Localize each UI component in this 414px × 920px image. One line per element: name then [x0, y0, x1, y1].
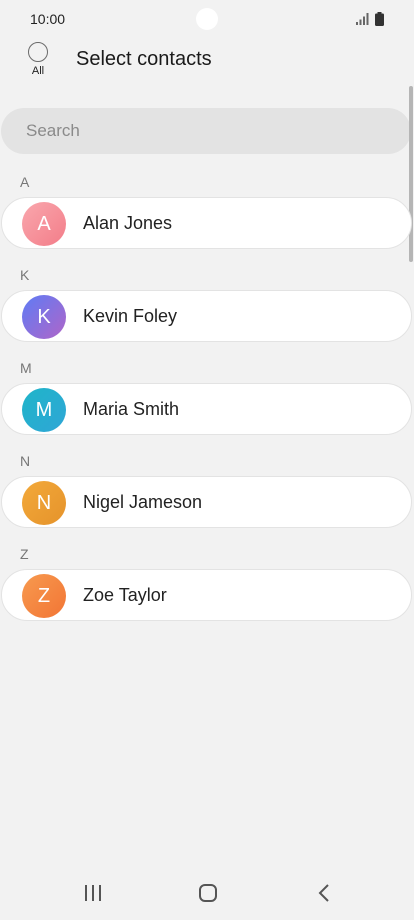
- section-header-n: N: [20, 453, 31, 469]
- app-header: All Select contacts: [0, 38, 414, 88]
- section-header-a: A: [20, 174, 30, 190]
- contact-avatar: K: [22, 295, 66, 339]
- contact-name: Alan Jones: [83, 213, 173, 233]
- status-bar: 10:00: [0, 0, 414, 38]
- contact-item[interactable]: N Nigel Jameson: [1, 476, 412, 528]
- select-all-label: All: [31, 65, 45, 77]
- search-input[interactable]: Search: [1, 108, 411, 154]
- signal-icon: [356, 13, 369, 25]
- contact-name: Zoe Taylor: [83, 585, 167, 605]
- select-all-circle[interactable]: [28, 42, 48, 62]
- contact-avatar: Z: [22, 574, 66, 618]
- home-icon[interactable]: [198, 883, 218, 903]
- recent-apps-icon[interactable]: [84, 883, 102, 903]
- contact-item[interactable]: K Kevin Foley: [1, 290, 412, 342]
- contact-item[interactable]: A Alan Jones: [1, 197, 412, 249]
- contact-avatar: A: [22, 202, 66, 246]
- back-icon[interactable]: [316, 883, 332, 903]
- select-all-checkbox[interactable]: All: [26, 42, 50, 77]
- contact-item[interactable]: Z Zoe Taylor: [1, 569, 412, 621]
- contact-name: Maria Smith: [83, 399, 180, 419]
- camera-cutout: [196, 8, 218, 30]
- contact-avatar: N: [22, 481, 66, 525]
- scrollbar[interactable]: [409, 86, 413, 262]
- battery-icon: [375, 12, 384, 26]
- contact-avatar: M: [22, 388, 66, 432]
- status-time: 10:00: [30, 11, 66, 27]
- navigation-bar: [0, 868, 414, 920]
- section-header-k: K: [20, 267, 30, 283]
- contact-name: Kevin Foley: [83, 306, 178, 326]
- contact-item[interactable]: M Maria Smith: [1, 383, 412, 435]
- section-header-z: Z: [20, 546, 29, 562]
- contact-name: Nigel Jameson: [83, 492, 203, 512]
- section-header-m: M: [20, 360, 32, 376]
- page-title: Select contacts: [76, 48, 212, 70]
